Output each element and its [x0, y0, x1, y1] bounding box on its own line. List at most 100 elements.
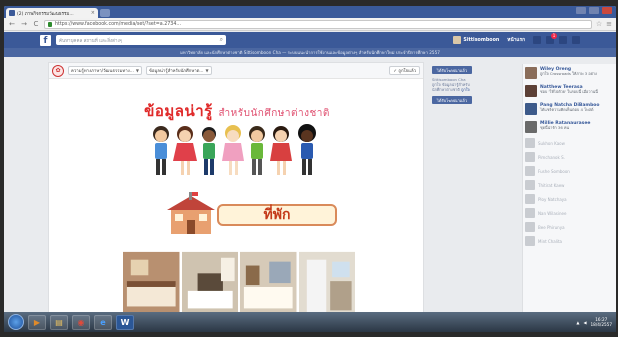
- avatar: [525, 152, 535, 162]
- ad-like-link[interactable]: ถูกใจ: [461, 87, 470, 92]
- lock-icon: [48, 21, 52, 27]
- search-placeholder: ค้นหาบุคคล สถานที่ และสิ่งต่างๆ: [59, 38, 123, 44]
- new-tab-button[interactable]: [100, 9, 110, 17]
- clock[interactable]: 16:27 18/4/2557: [591, 317, 612, 327]
- chat-contact-name: Bee Phirunya: [538, 224, 565, 230]
- messages-icon[interactable]: 1: [546, 33, 557, 44]
- home-link[interactable]: หน้าแรก: [507, 36, 525, 44]
- settings-icon[interactable]: [572, 36, 580, 44]
- chat-contact-name: Ploy Natchaya: [538, 196, 567, 202]
- browser-tab[interactable]: (2) ภาพกิจกรรมวัฒนธรรม... ×: [6, 8, 98, 18]
- avatar: [525, 67, 537, 79]
- chat-contact-status: ชอบ 'ให้ไปด้วย' ในรอบนี้ เมื่อวานนี้: [540, 89, 598, 94]
- address-bar[interactable]: https://www.facebook.com/media/set/?set=…: [44, 19, 592, 29]
- dorm-photo-2[interactable]: [181, 251, 239, 321]
- friend-requests-icon[interactable]: [533, 36, 541, 44]
- chat-contact-text: Wiley Oreng ถูกใจ Crossroads ให้ภาพ 3 อย่…: [540, 67, 597, 77]
- kid-6: [270, 126, 292, 175]
- tab-title: (2) ภาพกิจกรรมวัฒนธรรม...: [17, 11, 74, 17]
- dorm-photo-strip: [123, 251, 355, 321]
- app-logo-icon[interactable]: ✿: [52, 64, 64, 77]
- category-select-value: ความรู้ทางภาษา/วัฒนธรรมทาง...: [71, 69, 134, 74]
- notice-bar: มหาวิทยาลัย และนักศึกษาต่างชาติ Sittisom…: [4, 48, 616, 57]
- monitor-frame: (2) ภาพกิจกรรมวัฒนธรรม... × ← → C https:…: [0, 0, 618, 337]
- ad-header-1[interactable]: ได้รับโฆษณาแล้ว: [432, 66, 472, 74]
- menu-icon[interactable]: ≡: [606, 20, 612, 28]
- chat-contact-status: ชุดนี้น่ารัก 36 คน: [540, 125, 570, 130]
- tab-close-icon[interactable]: ×: [91, 10, 95, 16]
- dorm-photo-3[interactable]: [240, 251, 297, 321]
- facebook-search-input[interactable]: ค้นหาบุคคล สถานที่ และสิ่งต่างๆ ⌕: [56, 35, 226, 45]
- title-sub: สำหรับนักศึกษาต่างชาติ: [218, 108, 330, 119]
- app-content: ข้อมูลน่ารู้ สำหรับนักศึกษาต่างชาติ ที่พ…: [49, 79, 423, 331]
- chat-contact-online[interactable]: Pang Natcha DiBamboo ได้แชร์ความคิดเห็นตอ…: [523, 100, 616, 118]
- avatar: [525, 103, 537, 115]
- start-button[interactable]: [8, 314, 24, 330]
- chat-contact-name: Pimchanok S.: [538, 154, 565, 160]
- chevron-down-icon: ▼: [135, 68, 139, 73]
- dormitory-icon: [167, 192, 215, 234]
- like-button[interactable]: ✓ ถูกใจแล้ว: [389, 66, 420, 75]
- window-controls: [576, 7, 612, 14]
- word-button[interactable]: W: [116, 314, 134, 330]
- chat-contact-text: Millie Ratanaurasee ชุดนี้น่ารัก 36 คน: [540, 121, 590, 131]
- clock-date: 18/4/2557: [590, 322, 612, 327]
- chrome-button[interactable]: ◉: [72, 314, 90, 330]
- chat-contact-offline[interactable]: Pimchanok S.: [523, 150, 616, 164]
- facebook-logo-icon[interactable]: f: [40, 34, 51, 46]
- kid-5: [249, 126, 265, 175]
- title-main: ข้อมูลน่ารู้: [144, 102, 213, 120]
- back-button[interactable]: ←: [8, 20, 16, 28]
- chat-contact-offline[interactable]: Thitirat Kaew: [523, 178, 616, 192]
- profile-name: Sittisomboon: [463, 37, 500, 43]
- chat-contact-offline[interactable]: Nan Wilasinee: [523, 206, 616, 220]
- chat-contact-status: ได้แชร์ความคิดเห็นตอบ 4 โพสต์: [540, 107, 594, 112]
- dorm-photo-4[interactable]: [298, 251, 356, 321]
- chat-contact-name: Thitirat Kaew: [538, 182, 565, 188]
- network-icon[interactable]: ▲: [576, 320, 579, 325]
- children-illustration: [153, 124, 316, 175]
- avatar: [525, 166, 535, 176]
- chat-contact-offline[interactable]: Fushe Somboon: [523, 164, 616, 178]
- avatar: [525, 180, 535, 190]
- close-window-button[interactable]: [602, 7, 612, 14]
- kid-2: [173, 126, 197, 175]
- bookmark-star-icon[interactable]: ☆: [596, 20, 602, 28]
- ad-text: Sittisomboon Cha ถูกใจ ข้อมูลน่ารู้สำหรั…: [432, 77, 474, 92]
- avatar: [525, 194, 535, 204]
- internet-explorer-button[interactable]: e: [94, 314, 112, 330]
- chat-contact-name: Sukhon Kaow: [538, 140, 565, 146]
- chat-contact-online[interactable]: Millie Ratanaurasee ชุดนี้น่ารัก 36 คน: [523, 118, 616, 136]
- dorm-photo-1[interactable]: [123, 251, 180, 321]
- chat-contact-offline[interactable]: Bee Phirunya: [523, 220, 616, 234]
- media-player-button[interactable]: ▶: [28, 314, 46, 330]
- reload-button[interactable]: C: [32, 20, 40, 28]
- notifications-icon[interactable]: [559, 36, 567, 44]
- chat-online-list: Wiley Oreng ถูกใจ Crossroads ให้ภาพ 3 อย่…: [523, 64, 616, 136]
- search-icon[interactable]: ⌕: [220, 36, 223, 44]
- category-select[interactable]: ความรู้ทางภาษา/วัฒนธรรมทาง... ▼: [68, 66, 142, 75]
- chat-contact-offline[interactable]: Sukhon Kaow: [523, 136, 616, 150]
- chat-contact-online[interactable]: Natthew Teerasa ชอบ 'ให้ไปด้วย' ในรอบนี้ …: [523, 82, 616, 100]
- chat-contact-offline[interactable]: Ploy Natchaya: [523, 192, 616, 206]
- ad-header-2[interactable]: ได้รับโฆษณาแล้ว: [432, 96, 472, 104]
- browser-tabstrip: (2) ภาพกิจกรรมวัฒนธรรม... ×: [4, 6, 616, 18]
- profile-link[interactable]: Sittisomboon: [453, 36, 499, 44]
- file-explorer-button[interactable]: ▤: [50, 314, 68, 330]
- maximize-button[interactable]: [589, 7, 599, 14]
- volume-icon[interactable]: ◀: [583, 320, 586, 325]
- topic-select[interactable]: ข้อมูลน่ารู้สำหรับนักศึกษาต... ▼: [145, 66, 212, 75]
- avatar: [525, 208, 535, 218]
- browser-toolbar: ← → C https://www.facebook.com/media/set…: [4, 18, 616, 31]
- chat-contact-online[interactable]: Wiley Oreng ถูกใจ Crossroads ให้ภาพ 3 อย่…: [523, 64, 616, 82]
- chat-contact-text: Natthew Teerasa ชอบ 'ให้ไปด้วย' ในรอบนี้ …: [540, 85, 598, 95]
- chat-contact-offline[interactable]: Mint Chalita: [523, 234, 616, 248]
- chevron-down-icon: ▼: [205, 68, 209, 73]
- notice-text: มหาวิทยาลัย และนักศึกษาต่างชาติ Sittisom…: [180, 50, 440, 55]
- chat-contact-name: Nan Wilasinee: [538, 210, 567, 216]
- kid-3: [202, 127, 216, 175]
- forward-button[interactable]: →: [20, 20, 28, 28]
- minimize-button[interactable]: [576, 7, 586, 14]
- app-frame: ✿ ความรู้ทางภาษา/วัฒนธรรมทาง... ▼ ข้อมูล…: [48, 62, 424, 332]
- system-tray: ▲ ◀ 16:27 18/4/2557: [576, 317, 612, 327]
